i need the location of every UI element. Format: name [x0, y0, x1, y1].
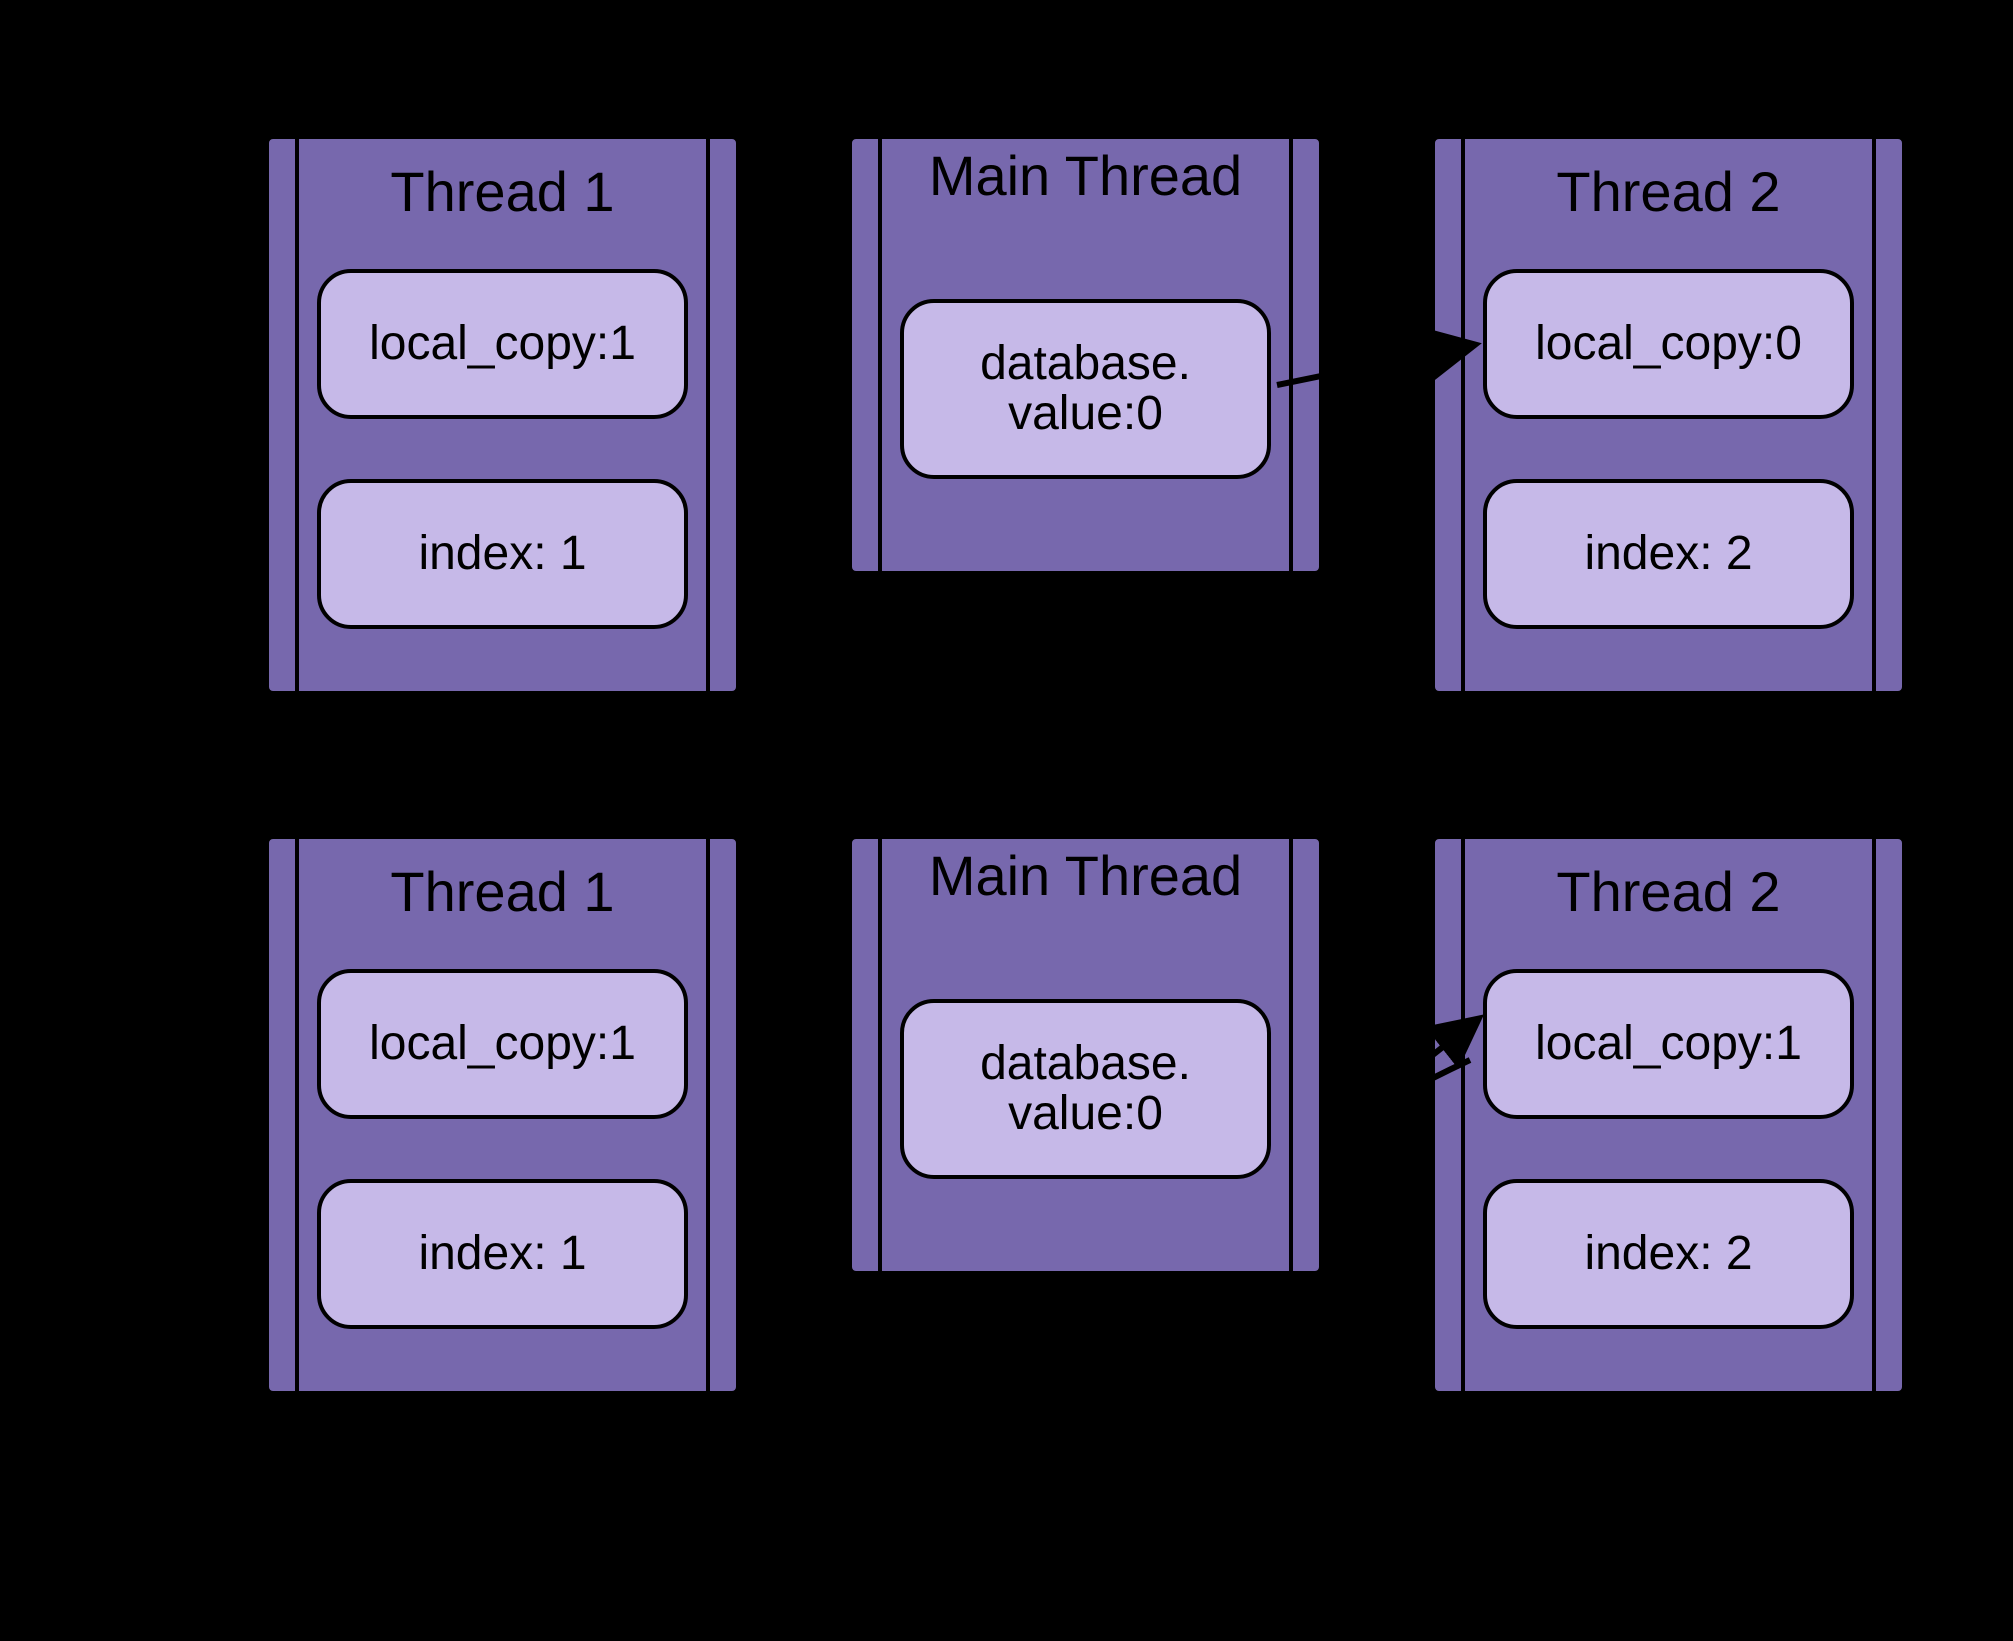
main-thread-box: Main Thread database. value:0	[848, 835, 1323, 1275]
thread2-box: Thread 2 local_copy:1 index: 2	[1431, 835, 1906, 1395]
database-value: database. value:0	[900, 999, 1271, 1179]
main-thread-box: Main Thread database. value:0	[848, 135, 1323, 575]
thread-diagram: Thread 1 local_copy:1 index: 1 Main Thre…	[265, 135, 1925, 1515]
thread2-index: index: 2	[1483, 479, 1854, 629]
thread2-title: Thread 2	[1435, 139, 1902, 222]
thread2-local-copy: local_copy:1	[1483, 969, 1854, 1119]
diagram-row-2: Thread 1 local_copy:1 index: 1 Main Thre…	[265, 835, 1925, 1395]
diagram-row-1: Thread 1 local_copy:1 index: 1 Main Thre…	[265, 135, 1925, 695]
thread1-local-copy: local_copy:1	[317, 269, 688, 419]
main-thread-title: Main Thread	[852, 139, 1319, 206]
database-value: database. value:0	[900, 299, 1271, 479]
thread2-box: Thread 2 local_copy:0 index: 2	[1431, 135, 1906, 695]
thread1-index: index: 1	[317, 479, 688, 629]
thread2-index: index: 2	[1483, 1179, 1854, 1329]
thread2-title: Thread 2	[1435, 839, 1902, 922]
thread1-title: Thread 1	[269, 839, 736, 922]
thread1-index: index: 1	[317, 1179, 688, 1329]
thread1-title: Thread 1	[269, 139, 736, 222]
thread2-local-copy: local_copy:0	[1483, 269, 1854, 419]
thread1-box: Thread 1 local_copy:1 index: 1	[265, 835, 740, 1395]
thread1-box: Thread 1 local_copy:1 index: 1	[265, 135, 740, 695]
thread1-local-copy: local_copy:1	[317, 969, 688, 1119]
main-thread-title: Main Thread	[852, 839, 1319, 906]
